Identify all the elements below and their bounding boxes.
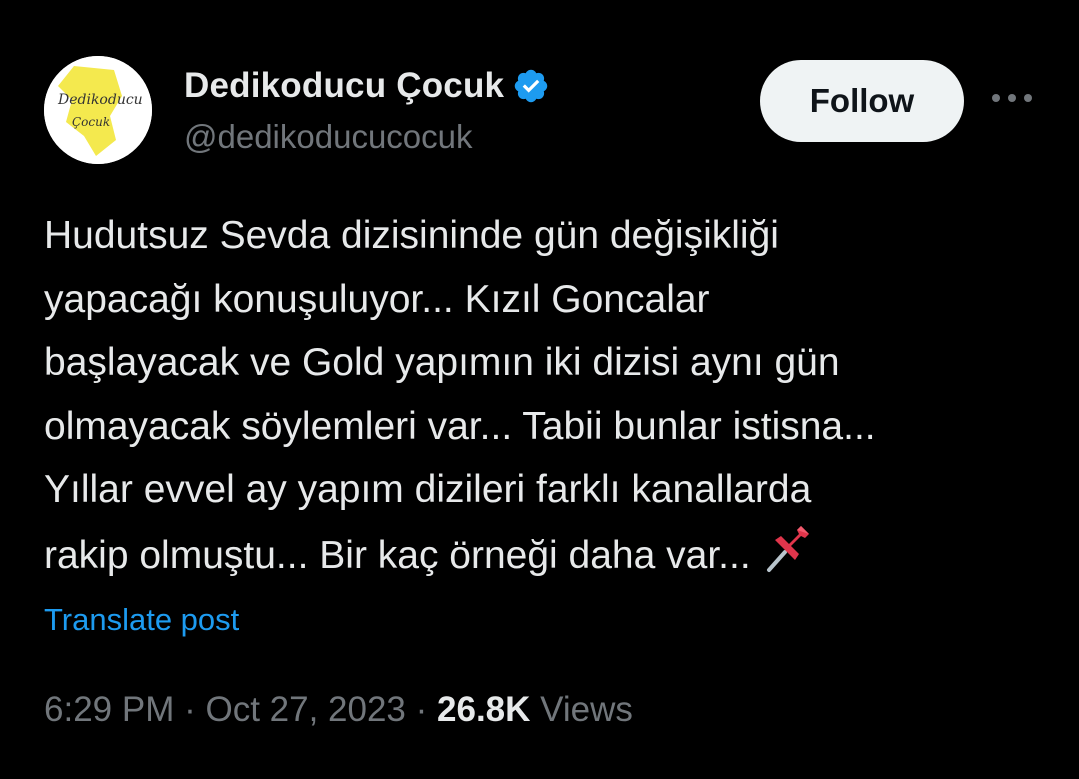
post-text-line: yapacağı konuşuluyor... Kızıl Goncalar [44, 277, 710, 321]
avatar[interactable]: Dedikoducu Çocuk [44, 56, 152, 164]
meta-separator: · [415, 690, 428, 729]
more-options-icon[interactable] [992, 88, 1032, 108]
display-name[interactable]: Dedikoducu Çocuk [184, 66, 504, 106]
pushpin-icon [761, 522, 817, 594]
verified-badge-icon[interactable] [512, 67, 550, 105]
avatar-text-1: Dedikoducu [57, 92, 143, 108]
post-meta: 6:29 PM · Oct 27, 2023 · 26.8K Views [44, 690, 633, 730]
follow-button[interactable]: Follow [760, 60, 964, 142]
avatar-image: Dedikoducu Çocuk [44, 56, 152, 164]
translate-post-link[interactable]: Translate post [44, 602, 239, 638]
author-names: Dedikoducu Çocuk @dedikoducucocuk [184, 64, 550, 156]
post-text-line: rakip olmuştu... Bir kaç örneği daha var… [44, 533, 751, 577]
avatar-text-2: Çocuk [72, 115, 110, 129]
post-text-line: Yıllar evvel ay yapım dizileri farklı ka… [44, 468, 812, 511]
views-count[interactable]: 26.8K [437, 690, 530, 729]
post-text-line: başlayacak ve Gold yapımın iki dizisi ay… [44, 341, 840, 384]
post-text-line: olmayacak söylemleri var... Tabii bunlar… [44, 404, 876, 448]
user-handle[interactable]: @dedikoducucocuk [184, 118, 550, 156]
post-time[interactable]: 6:29 PM [44, 690, 174, 729]
views-label: Views [540, 690, 633, 729]
post-text: Hudutsuz Sevda dizisininde gün değişikli… [44, 204, 1034, 593]
post-date[interactable]: Oct 27, 2023 [205, 690, 405, 729]
meta-separator: · [184, 690, 196, 729]
post-header: Dedikoducu Çocuk Dedikoducu Çocuk @dedik… [44, 56, 1044, 168]
post-text-last-line: rakip olmuştu... Bir kaç örneği daha var… [44, 522, 1034, 594]
post-text-line: Hudutsuz Sevda dizisininde gün değişikli… [44, 214, 779, 257]
